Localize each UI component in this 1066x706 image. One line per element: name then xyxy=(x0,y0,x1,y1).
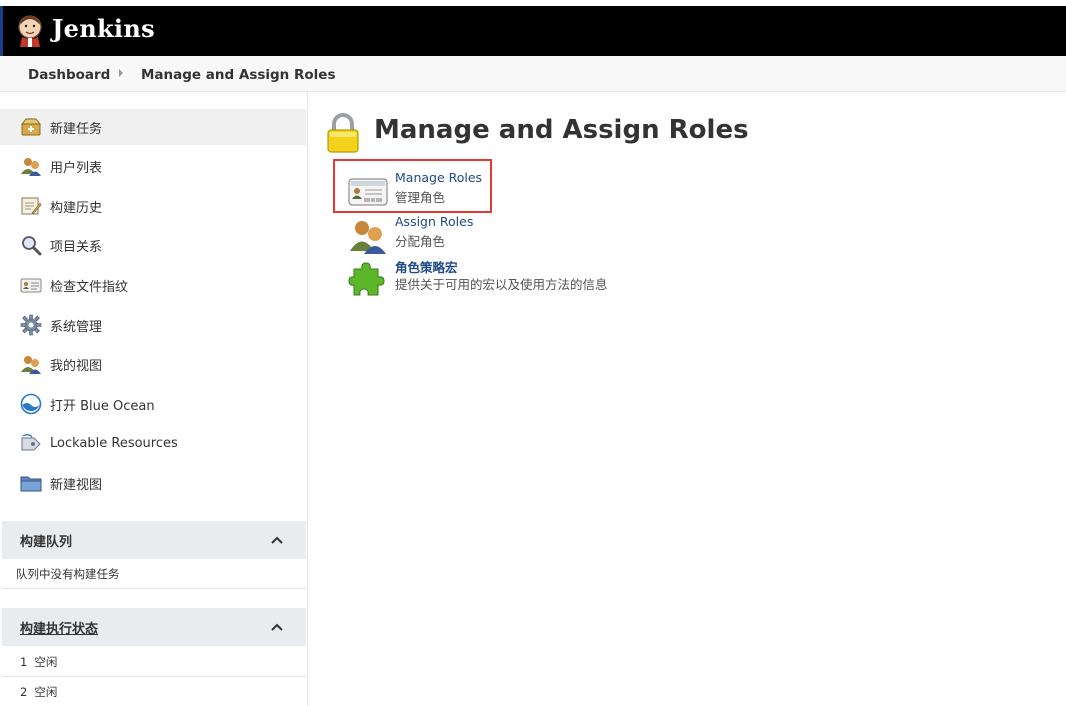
executors-title[interactable]: 构建执行状态 xyxy=(20,618,98,637)
executor-state: 空闲 xyxy=(34,685,58,699)
executor-number: 1 xyxy=(20,654,28,669)
assign-roles-entry[interactable]: Assign Roles 分配角色 xyxy=(348,214,488,254)
build-queue-title: 构建队列 xyxy=(20,534,73,550)
breadcrumb-current[interactable]: Manage and Assign Roles xyxy=(141,67,335,83)
sidebar-item-label: 检查文件指纹 xyxy=(50,279,129,295)
sidebar-item-label: 新建任务 xyxy=(50,121,103,137)
blue-ocean-icon xyxy=(20,393,42,415)
sidebar-item-label: 打开 Blue Ocean xyxy=(50,398,155,414)
my-views-icon xyxy=(21,356,41,374)
sidebar-item-label: 系统管理 xyxy=(50,319,103,335)
sidebar-item-label: 项目关系 xyxy=(50,239,103,255)
role-strategy-macros-desc: 提供关于可用的宏以及使用方法的信息 xyxy=(395,277,608,292)
executors-header[interactable]: 构建执行状态 xyxy=(2,608,306,646)
lock-icon xyxy=(327,113,359,153)
executor-state: 空闲 xyxy=(34,654,58,669)
header-edge xyxy=(0,6,3,56)
fingerprint-icon xyxy=(20,278,42,293)
sidebar-item-fingerprint[interactable]: 检查文件指纹 xyxy=(0,267,306,303)
jenkins-logo-icon[interactable] xyxy=(14,13,46,49)
chevron-up-icon[interactable] xyxy=(270,533,284,547)
folder-icon xyxy=(20,476,42,492)
build-history-icon xyxy=(21,197,42,215)
gear-icon xyxy=(20,314,42,336)
breadcrumb-dashboard[interactable]: Dashboard xyxy=(28,67,110,83)
sidebar-item-lockable-resources[interactable]: Lockable Resources xyxy=(0,425,306,461)
brand-title[interactable]: Jenkins xyxy=(52,14,155,43)
sidebar-item-users[interactable]: 用户列表 xyxy=(0,148,306,184)
sidebar-item-project-relationship[interactable]: 项目关系 xyxy=(0,227,306,263)
sidebar-item-my-views[interactable]: 我的视图 xyxy=(0,346,306,382)
sidebar-item-manage-jenkins[interactable]: 系统管理 xyxy=(0,307,306,343)
executor-number: 2 xyxy=(20,685,28,699)
assign-roles-desc: 分配角色 xyxy=(395,234,446,249)
highlight-box xyxy=(333,159,492,213)
role-strategy-macros-entry[interactable]: 角色策略宏 提供关于可用的宏以及使用方法的信息 xyxy=(348,257,618,297)
assign-roles-link[interactable]: Assign Roles xyxy=(395,214,473,229)
executor-row: 1 空闲 xyxy=(2,647,306,677)
assign-users-icon[interactable] xyxy=(348,218,388,254)
top-header: Jenkins xyxy=(0,6,1066,56)
sidebar-item-new-item[interactable]: 新建任务 xyxy=(0,109,306,145)
breadcrumb: Dashboard Manage and Assign Roles xyxy=(0,56,1066,92)
sidebar-item-label: 用户列表 xyxy=(50,160,103,176)
new-item-icon xyxy=(20,118,42,136)
puzzle-icon[interactable] xyxy=(348,261,388,297)
executor-row: 2 空闲 xyxy=(2,677,306,706)
chevron-up-icon[interactable] xyxy=(270,620,284,634)
sidebar-item-label: 构建历史 xyxy=(50,200,103,216)
sidebar-item-new-view[interactable]: 新建视图 xyxy=(0,465,306,501)
users-icon xyxy=(21,158,41,176)
lockable-resources-icon xyxy=(21,434,41,451)
build-queue-empty: 队列中没有构建任务 xyxy=(2,559,306,589)
build-queue-header[interactable]: 构建队列 xyxy=(2,521,306,559)
sidebar: 新建任务 用户列表 构建历史 项目关系 检查文件指纹 系统管理 我的视图 打开 … xyxy=(0,92,308,706)
sidebar-item-blue-ocean[interactable]: 打开 Blue Ocean xyxy=(0,386,306,422)
sidebar-item-label: 我的视图 xyxy=(50,358,103,374)
search-icon xyxy=(22,236,42,256)
sidebar-item-label: 新建视图 xyxy=(50,477,103,493)
sidebar-item-label: Lockable Resources xyxy=(50,435,178,451)
breadcrumb-chevron-icon[interactable] xyxy=(119,69,123,77)
page-title: Manage and Assign Roles xyxy=(374,115,749,145)
sidebar-item-build-history[interactable]: 构建历史 xyxy=(0,188,306,224)
